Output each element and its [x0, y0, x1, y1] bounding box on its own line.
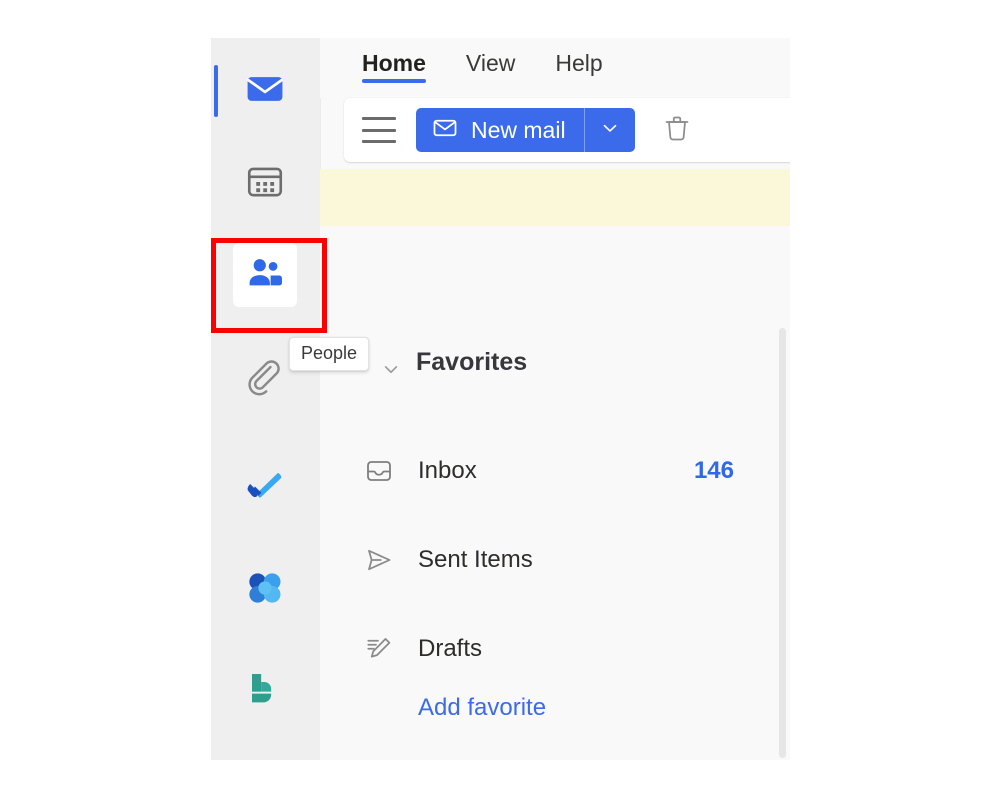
tab-home[interactable]: Home [348, 38, 440, 83]
rail-selection-indicator [214, 65, 218, 117]
tab-view[interactable]: View [452, 38, 529, 83]
tab-help[interactable]: Help [541, 38, 616, 83]
folder-label-inbox: Inbox [418, 456, 477, 484]
viva-engage-icon [245, 668, 285, 713]
favorites-section-title: Favorites [416, 348, 528, 376]
loop-icon [245, 568, 285, 613]
folder-item-drafts[interactable]: Drafts [320, 604, 790, 693]
tab-home-label: Home [362, 50, 426, 76]
people-tooltip: People [289, 337, 370, 371]
outlook-window: People Home View Help New mail Favorites… [211, 38, 790, 760]
folder-label-drafts: Drafts [418, 634, 483, 662]
delete-button[interactable] [655, 108, 699, 152]
envelope-icon [431, 114, 459, 147]
inbox-icon [362, 456, 396, 486]
tab-active-underline [362, 79, 426, 83]
sidebar-item-todo[interactable] [233, 453, 297, 517]
folder-item-sent-items[interactable]: Sent Items [320, 515, 790, 604]
chevron-down-icon [599, 117, 621, 144]
folder-pane-scrollbar[interactable] [779, 328, 786, 758]
tab-view-label: View [465, 50, 516, 76]
new-mail-button[interactable]: New mail [416, 108, 585, 152]
notification-banner[interactable] [320, 169, 790, 226]
add-favorite-button[interactable]: Add favorite [418, 694, 546, 722]
favorites-chevron-down-icon[interactable] [378, 356, 404, 387]
draft-icon [362, 634, 396, 664]
checkmark-icon [244, 462, 286, 509]
sidebar-item-mail[interactable] [233, 59, 297, 123]
sidebar-item-loop[interactable] [233, 558, 297, 622]
trash-icon [662, 113, 692, 148]
send-icon [362, 545, 396, 575]
command-toolbar: New mail [344, 98, 790, 162]
ribbon-tabs: Home View Help [320, 38, 790, 98]
folder-label-sent-items: Sent Items [418, 545, 533, 573]
new-mail-label: New mail [471, 116, 566, 143]
new-mail-dropdown-button[interactable] [585, 108, 635, 152]
main-content: Home View Help New mail Favorites Inbox … [320, 38, 790, 760]
hamburger-icon[interactable] [362, 117, 396, 143]
folder-item-inbox[interactable]: Inbox 146 [320, 426, 790, 515]
sidebar-item-viva-engage[interactable] [233, 658, 297, 722]
tab-help-label: Help [555, 50, 603, 76]
new-mail-split-button: New mail [416, 108, 635, 152]
sidebar-item-calendar[interactable] [233, 152, 297, 216]
paperclip-icon [244, 357, 286, 404]
calendar-icon [244, 161, 286, 208]
folder-pane: Favorites Inbox 146 Sent Items Drafts Ad… [320, 226, 790, 760]
app-rail [211, 38, 327, 760]
sidebar-item-files[interactable] [233, 348, 297, 412]
people-highlight-box [211, 238, 327, 333]
mail-icon [243, 67, 287, 116]
favorites-folder-list: Inbox 146 Sent Items Drafts [320, 426, 790, 693]
folder-count-inbox: 146 [693, 456, 734, 484]
